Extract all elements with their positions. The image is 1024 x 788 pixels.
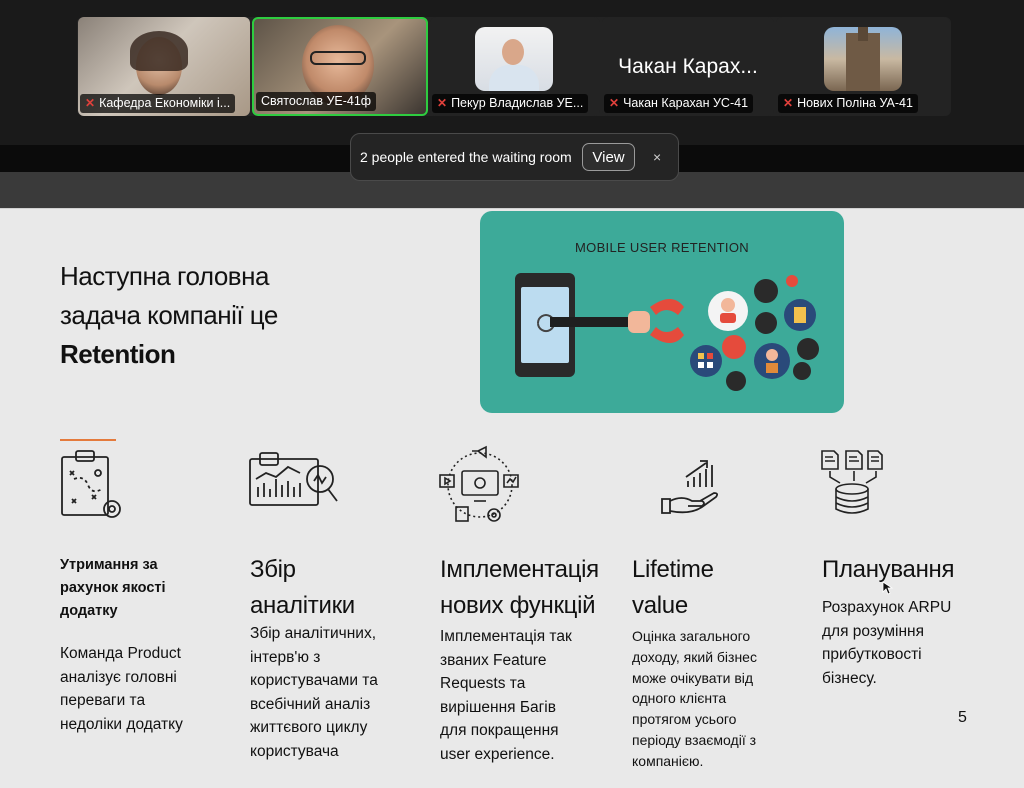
participant-strip: ✕ Кафедра Економіки і... Святослав УЕ-41ф…	[0, 0, 1024, 145]
column-5-body-line: Розрахунок ARPU	[822, 599, 952, 616]
column-2-title: Збір аналітики	[250, 552, 355, 624]
slide-page-number: 5	[958, 709, 967, 726]
column-3-body-line: вирішення Багів	[440, 698, 556, 716]
participant-tile-1[interactable]: ✕ Кафедра Економіки і...	[78, 17, 250, 116]
column-3-title: Імплементація нових функцій	[440, 552, 599, 624]
retention-illustration	[515, 273, 819, 391]
participant-name-tag: ✕ Пекур Владислав УЕ...	[432, 94, 589, 113]
column-4-title-line: value	[632, 592, 688, 619]
magnet-bottom	[650, 327, 684, 343]
column-4-body-line: Оцінка загального	[632, 628, 751, 644]
mic-off-icon: ✕	[85, 96, 96, 110]
column-2-title-line: аналітики	[250, 592, 355, 619]
column-4-body: Оцінка загального доходу, який бізнес мо…	[632, 626, 757, 772]
close-icon[interactable]: ×	[653, 149, 661, 165]
column-3-body-line: званих Feature	[440, 651, 547, 669]
column-2-body: Збір аналітичних, інтерв'ю з користувача…	[250, 622, 378, 763]
notification-message: 2 people entered the waiting room	[360, 149, 572, 165]
headline-line-1: Наступна головна	[60, 261, 269, 291]
mouse-cursor-icon	[882, 581, 894, 595]
participant-tile-5[interactable]: ✕ Нових Поліна УА-41	[776, 17, 950, 116]
column-3-body-line: для покращення	[440, 722, 559, 739]
column-2-body-line: життєвого циклу	[250, 719, 368, 736]
magnet-top	[650, 299, 684, 315]
column-1-title-line: Утримання за	[60, 557, 158, 573]
column-4-body-line: одного клієнта	[632, 690, 727, 707]
column-3-title-line: Імплементація	[440, 556, 599, 583]
participant-tile-3[interactable]: ✕ Пекур Владислав УЕ...	[430, 17, 600, 116]
headline-line-2: задача компанії це	[60, 300, 278, 330]
apps-bubble	[690, 345, 722, 377]
column-1-title-line: додатку	[60, 603, 118, 619]
glasses-shape	[310, 51, 366, 65]
column-3-body-line: Requests та	[440, 675, 526, 692]
column-1-body: Команда Product аналізує головні переваг…	[60, 642, 183, 736]
growth-hand-icon	[660, 457, 720, 517]
column-1-title: Утримання за рахунок якості додатку	[60, 554, 166, 623]
chat-bubble	[722, 335, 746, 359]
view-button[interactable]: View	[582, 143, 635, 171]
column-4-body-line: протягом усього	[632, 711, 737, 728]
column-3-body: Імплементація так званих Feature Request…	[440, 625, 572, 766]
shared-slide: Наступна головна задача компанії це Rete…	[0, 208, 1024, 788]
column-1-body-line: аналізує головні	[60, 668, 177, 686]
column-1-body-line: недоліки додатку	[60, 715, 183, 733]
column-2-body-line: інтерв'ю з	[250, 648, 321, 666]
participant-tile-2-active-speaker[interactable]: Святослав УЕ-41ф	[252, 17, 428, 116]
message-bubble	[726, 371, 746, 391]
participant-avatar	[824, 27, 902, 91]
zoom-window: ✕ Кафедра Економіки і... Святослав УЕ-41ф…	[0, 0, 1024, 788]
strategy-clipboard-icon	[58, 449, 128, 521]
mic-off-icon: ✕	[783, 96, 794, 110]
column-5-body-line: для розуміння	[822, 622, 924, 640]
feature-implementation-icon	[438, 445, 522, 523]
camera-bubble	[755, 312, 777, 334]
participant-name-tag: Святослав УЕ-41ф	[256, 92, 377, 111]
pin-bubble	[786, 275, 798, 287]
slide-headline: Наступна головна задача компанії це Rete…	[60, 257, 360, 374]
mic-off-icon: ✕	[437, 96, 448, 110]
participant-display-name: Чакан Карах...	[618, 55, 758, 78]
column-5-body-line: бізнесу.	[822, 669, 877, 687]
column-2-body-line: користувача	[250, 742, 339, 760]
waiting-room-notification: 2 people entered the waiting room View ×	[350, 133, 679, 181]
arm-shape	[550, 317, 630, 327]
column-2-title-line: Збір	[250, 556, 296, 583]
participant-name-tag: ✕ Кафедра Економіки і...	[80, 94, 236, 113]
column-4-title: Lifetime value	[632, 552, 714, 624]
mic-off-icon: ✕	[609, 96, 620, 110]
column-4-body-line: може очікувати від	[632, 669, 754, 686]
analytics-magnifier-icon	[248, 449, 340, 521]
participant-name-tag: ✕ Чакан Карахан УС-41	[604, 94, 754, 113]
column-2-body-line: всебічний аналіз	[250, 695, 371, 713]
mail-bubble	[793, 362, 811, 380]
column-2-body-line: користувачами та	[250, 672, 378, 689]
column-5-body: Розрахунок ARPU для розуміння прибутково…	[822, 596, 951, 690]
column-2-body-line: Збір аналітичних,	[250, 625, 377, 642]
column-3-body-line: Імплементація так	[440, 628, 572, 645]
image-bubble	[797, 338, 819, 360]
column-1-body-line: переваги та	[60, 692, 146, 709]
column-3-title-line: нових функцій	[440, 592, 596, 619]
participant-avatar	[475, 27, 553, 91]
column-4-body-line: доходу, який бізнес	[632, 648, 757, 665]
column-1-body-line: Команда Product	[60, 645, 181, 662]
hand-shape	[628, 311, 650, 333]
column-4-body-line: періоду взаємодії з	[632, 731, 757, 748]
headline-bold: Retention	[60, 339, 176, 369]
column-4-title-line: Lifetime	[632, 556, 714, 583]
column-5-body-line: прибутковості	[822, 646, 922, 663]
database-planning-icon	[820, 449, 884, 519]
gamepad-bubble	[754, 279, 778, 303]
accent-line	[60, 439, 116, 441]
participant-tile-4[interactable]: Чакан Карах... ✕ Чакан Карахан УС-41	[602, 17, 774, 116]
column-4-body-line: компанією.	[632, 752, 704, 769]
participant-video-hair	[130, 31, 188, 71]
column-3-body-line: user experience.	[440, 745, 555, 763]
column-1-title-line: рахунок якості	[60, 580, 166, 596]
participant-name-tag: ✕ Нових Поліна УА-41	[778, 94, 918, 113]
retention-banner: MOBILE USER RETENTION	[480, 211, 844, 413]
